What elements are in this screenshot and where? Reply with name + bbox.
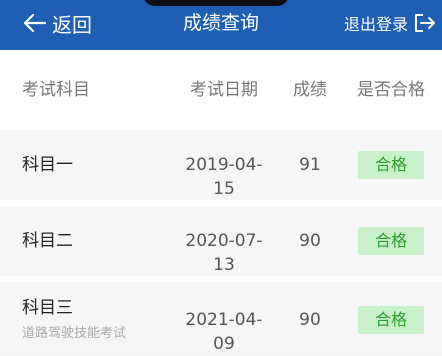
row-date: 2019-04-15 <box>185 155 263 199</box>
row-date: 2020-07-13 <box>185 231 263 275</box>
column-header-date: 考试日期 <box>190 80 258 100</box>
column-header-subject: 考试科目 <box>22 80 90 100</box>
row-score: 90 <box>299 231 321 251</box>
row-date: 2021-04-09 <box>185 310 263 354</box>
status-bar-notch <box>143 0 289 6</box>
logout-button[interactable]: 退出登录 <box>344 8 436 38</box>
table-row: 科目一 2019-04-15 91 合格 <box>0 130 442 200</box>
row-score: 90 <box>299 310 321 330</box>
row-subject-note: 道路驾驶技能考试 <box>22 326 127 341</box>
row-score: 91 <box>299 155 321 175</box>
row-subject: 科目三 <box>22 298 73 318</box>
app-header: 返回 成绩查询 退出登录 <box>0 0 442 50</box>
pass-badge: 合格 <box>358 227 424 255</box>
logout-icon <box>414 13 436 33</box>
logout-label: 退出登录 <box>343 15 408 34</box>
row-subject: 科目一 <box>22 155 73 175</box>
column-header-score: 成绩 <box>293 80 327 100</box>
table-row: 科目三 道路驾驶技能考试 2021-04-09 90 合格 <box>0 282 442 354</box>
row-subject: 科目二 <box>22 231 73 251</box>
pass-badge: 合格 <box>358 151 424 179</box>
table-header: 考试科目 考试日期 成绩 是否合格 <box>0 50 442 130</box>
table-row: 科目二 2020-07-13 90 合格 <box>0 206 442 276</box>
column-header-pass: 是否合格 <box>357 80 425 100</box>
